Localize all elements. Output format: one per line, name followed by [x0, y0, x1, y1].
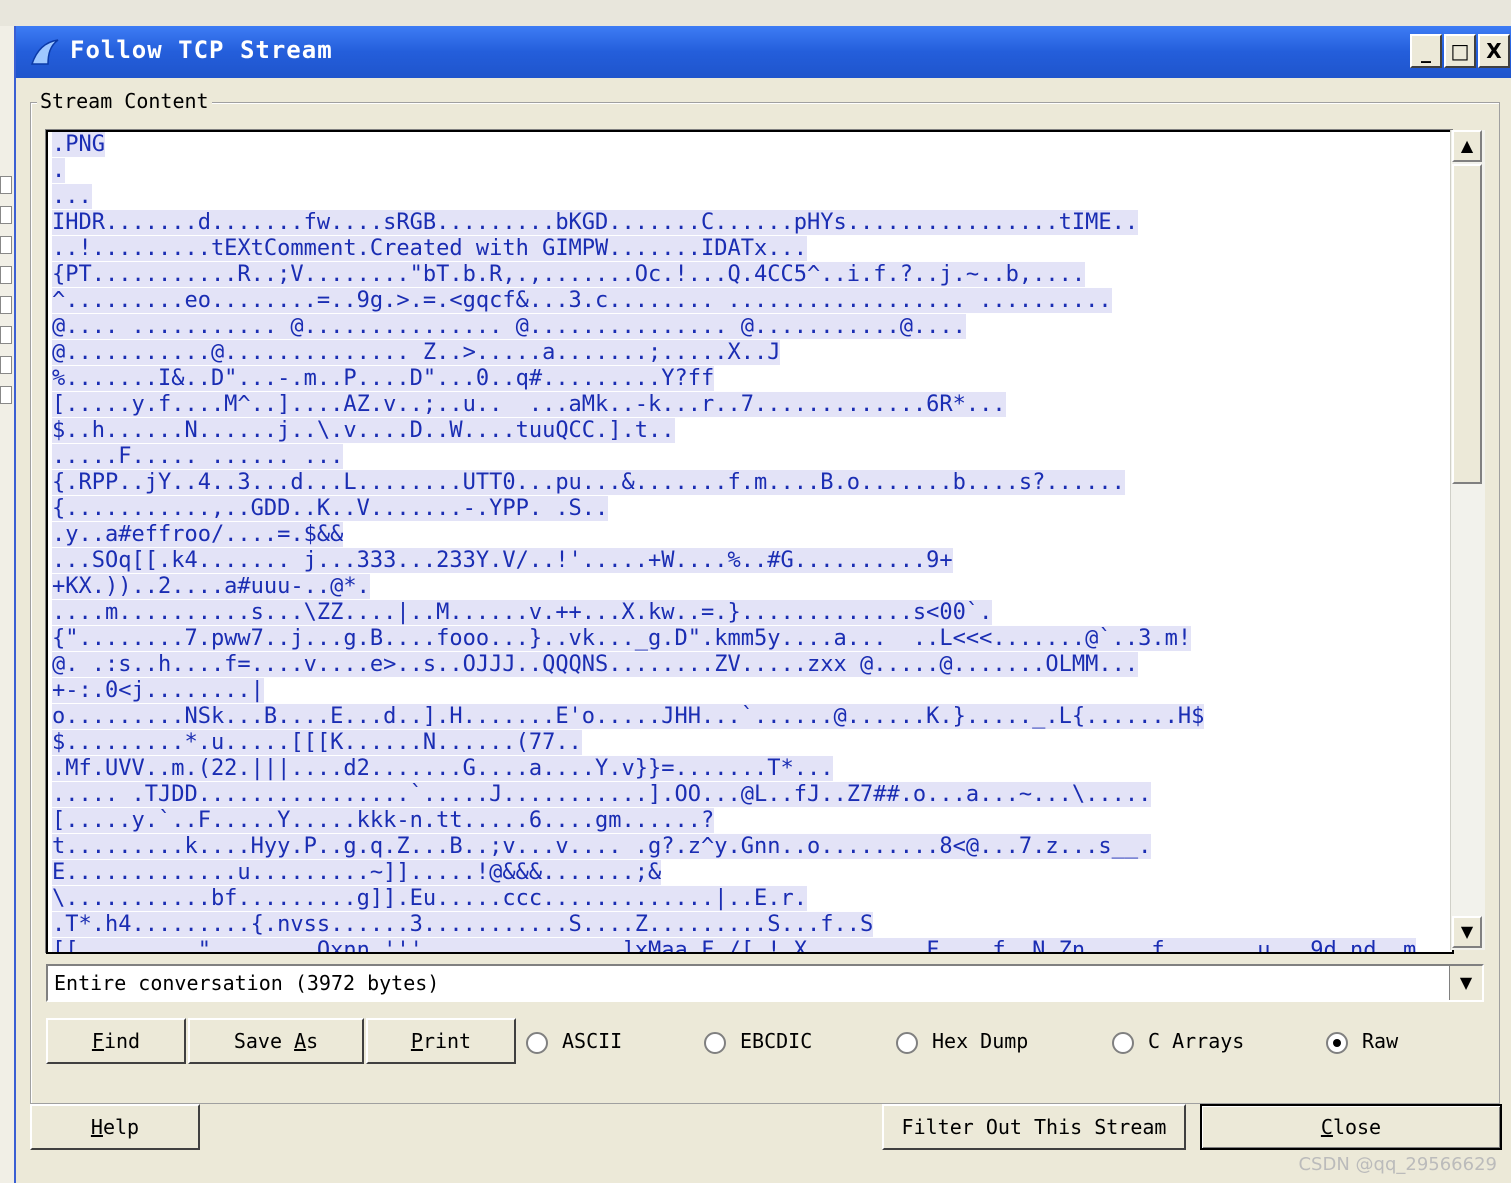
radio-ebcdic[interactable]: EBCDIC — [704, 1026, 812, 1056]
stream-line: $.........*.u.....[[[K......N......(77.. — [52, 730, 582, 755]
stream-line: {...........,..GDD..K..V.......-.YPP. .S… — [52, 496, 609, 521]
conversation-select-value: Entire conversation (3972 bytes) — [54, 971, 440, 995]
stream-line: ..... .TJDD................`.....J......… — [52, 782, 1152, 807]
background-window-toolbar — [0, 0, 1511, 27]
minimize-button[interactable]: _ — [1410, 34, 1442, 68]
radio-ascii[interactable]: ASCII — [526, 1026, 622, 1056]
scroll-down-arrow-icon[interactable]: ▼ — [1452, 916, 1482, 948]
stream-line: @. .:s..h....f=....v....e>..s..OJJJ..QQQ… — [52, 652, 1139, 677]
group-label: Stream Content — [37, 89, 212, 113]
stream-line: \...........bf.........g]].Eu.....ccc...… — [52, 886, 807, 911]
vertical-scrollbar[interactable]: ▲ ▼ — [1450, 130, 1485, 950]
dropdown-arrow-icon[interactable]: ▼ — [1449, 966, 1482, 1000]
stream-line: ^.........eo........=..9g.>.=.<gqcf&...3… — [52, 288, 1112, 313]
window-title: Follow TCP Stream — [70, 36, 333, 64]
background-checkbox — [0, 266, 12, 284]
radio-raw[interactable]: Raw — [1326, 1026, 1398, 1056]
stream-line: ... — [52, 184, 92, 209]
stream-line: [.....y.`..F.....Y.....kkk-n.tt.....6...… — [52, 808, 715, 833]
title-bar[interactable]: Follow TCP Stream _ □ X — [16, 26, 1511, 78]
background-checkbox — [0, 206, 12, 224]
follow-tcp-stream-dialog: Follow TCP Stream _ □ X Stream Content .… — [14, 26, 1511, 1183]
print-button[interactable]: Print — [366, 1018, 516, 1064]
stream-line: t.........k....Hyy.P..g.q.Z...B..;v...v.… — [52, 834, 1152, 859]
stream-line: +KX.))..2....a#uuu-..@*. — [52, 574, 370, 599]
stream-line: {.RPP..jY..4..3...d...L........UTT0...pu… — [52, 470, 1125, 495]
radio-hex-dump[interactable]: Hex Dump — [896, 1026, 1028, 1056]
stream-line: %.......I&..D"...-.m..P....D"...0..q#...… — [52, 366, 715, 391]
stream-line: .T*.h4.........{.nvss......3...........S… — [52, 912, 874, 937]
scrollbar-thumb[interactable] — [1452, 164, 1482, 484]
radio-circle[interactable] — [896, 1031, 918, 1054]
stream-line: {"........7.pww7..j...g.B....fooo...}..v… — [52, 626, 1192, 651]
stream-line: IHDR.......d.......fw....sRGB.........bK… — [52, 210, 1139, 235]
stream-line: .y..a#effroo/....=.$&& — [52, 522, 344, 547]
stream-content-textarea[interactable]: .PNG.... IHDR.......d.......fw....sRGB...… — [46, 130, 1454, 954]
stream-line: .Mf.UVV..m.(22.|||....d2.......G....a...… — [52, 756, 834, 781]
background-checkbox — [0, 356, 12, 374]
stream-line: @.... ........... @............... @....… — [52, 314, 966, 339]
background-checkbox — [0, 386, 12, 404]
close-button[interactable]: Close — [1200, 1104, 1502, 1150]
save-as-button[interactable]: Save As — [188, 1018, 364, 1064]
stream-line: ....m..........s...\ZZ....|..M......v.++… — [52, 600, 993, 625]
maximize-button[interactable]: □ — [1444, 34, 1476, 68]
csdn-watermark: CSDN @qq_29566629 — [1298, 1154, 1497, 1175]
stream-line: @...........@.............. Z..>.....a..… — [52, 340, 781, 365]
radio-c-arrays[interactable]: C Arrays — [1112, 1026, 1244, 1056]
stream-line: .PNG — [52, 132, 105, 157]
stream-line: +-:.0<j........| — [52, 678, 264, 703]
stream-line: [.....y.f....M^..]....AZ.v..;..u.. ...aM… — [52, 392, 1006, 417]
stream-line: {PT...........R..;V........"bT.b.R,.,...… — [52, 262, 1086, 287]
stream-line: o.........NSk...B....E...d..].H.......E'… — [52, 704, 1205, 729]
background-window-edge — [0, 26, 15, 1183]
stream-line: . — [52, 158, 66, 183]
stream-line: E.............u.........~]].....!@&&&...… — [52, 860, 662, 885]
filter-out-stream-button[interactable]: Filter Out This Stream — [882, 1104, 1186, 1150]
radio-circle[interactable] — [704, 1031, 726, 1054]
stream-line: $..h......N......j..\.v....D..W....tuuQC… — [52, 418, 675, 443]
radio-circle[interactable] — [1112, 1031, 1134, 1054]
stream-line: .....F..... ...... ... — [52, 444, 344, 469]
stream-line: ...SOq[[.k4....... j...333...233Y.V/..!'… — [52, 548, 953, 573]
background-checkbox — [0, 326, 12, 344]
radio-circle[interactable] — [526, 1031, 548, 1054]
background-checkbox — [0, 236, 12, 254]
stream-line: [[........."........Oxnn.'''............… — [48, 938, 1452, 952]
stream-line: ..!.........tEXtComment.Created with GIM… — [52, 236, 807, 261]
background-checkbox — [0, 296, 12, 314]
conversation-select[interactable]: Entire conversation (3972 bytes) ▼ — [46, 964, 1484, 1002]
close-window-button[interactable]: X — [1478, 34, 1510, 68]
background-checkbox — [0, 176, 12, 194]
wireshark-fin-icon — [30, 39, 59, 65]
radio-circle-selected[interactable] — [1326, 1031, 1348, 1054]
scroll-up-arrow-icon[interactable]: ▲ — [1452, 130, 1482, 162]
help-button[interactable]: Help — [30, 1104, 200, 1150]
find-button[interactable]: Find — [46, 1018, 186, 1064]
